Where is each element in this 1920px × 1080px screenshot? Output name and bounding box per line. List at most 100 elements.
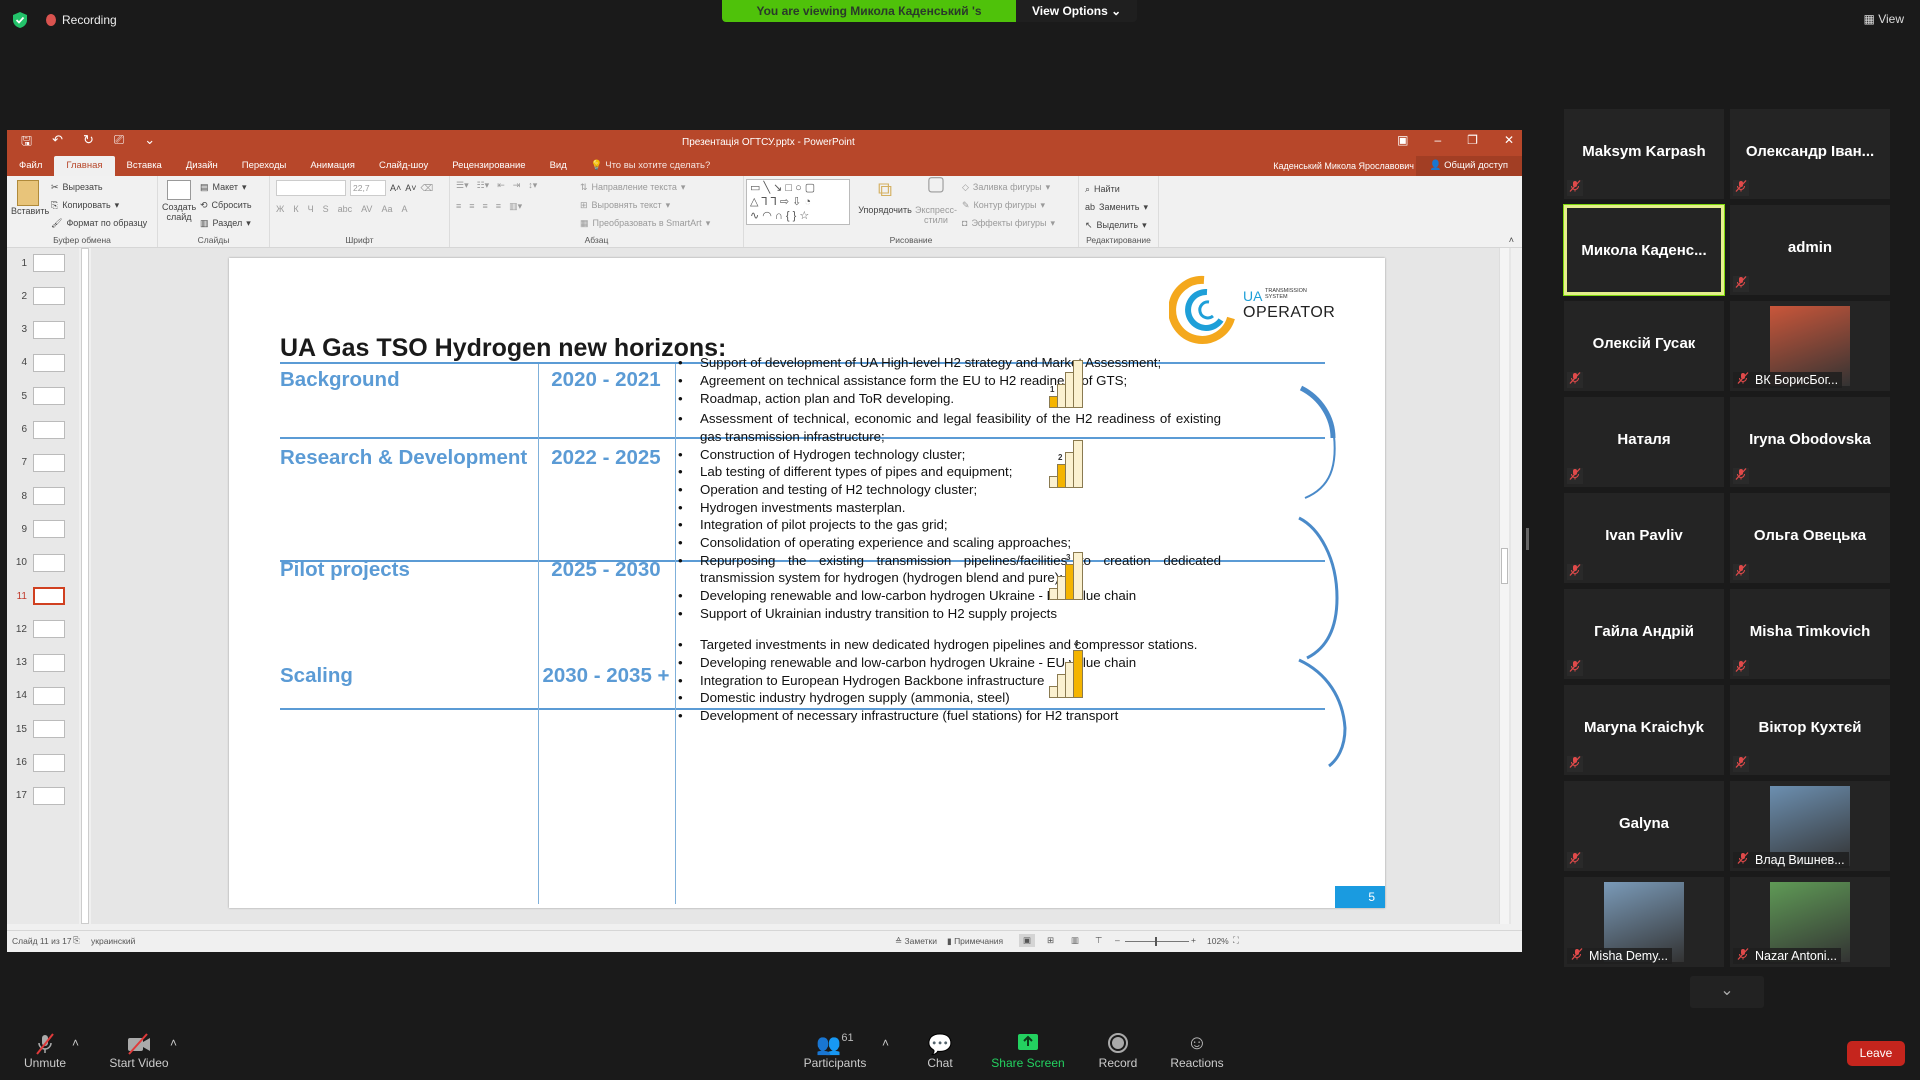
slide-thumbnail[interactable]: 7 [13,453,65,472]
slide-thumbnail[interactable]: 3 [13,320,65,339]
thumbnails-scrollbar[interactable] [81,248,89,924]
audio-options-caret[interactable]: ˄ [72,1036,79,1050]
share-screen-button[interactable]: Share Screen [990,1032,1066,1070]
slide-thumbnail[interactable]: 17 [13,786,65,805]
font-color-button[interactable]: A [401,204,407,214]
decrease-font-icon[interactable]: A˅ [405,183,416,193]
shadow-button[interactable]: S [323,204,329,214]
new-slide-button[interactable]: Создать слайд [162,180,196,222]
char-spacing-button[interactable]: AV [361,204,372,214]
slide-thumbnail[interactable]: 14 [13,686,65,705]
layout-button[interactable]: ▤ Макет ▾ [200,178,252,196]
participant-tile[interactable]: Misha Timkovich [1730,589,1890,679]
gallery-next-page-button[interactable]: ⌄ [1690,976,1764,1008]
align-left-icon[interactable]: ≡ [456,201,461,212]
participant-tile[interactable]: ВК БорисБог... [1730,301,1890,391]
slide-thumbnail[interactable]: 6 [13,420,65,439]
slide-thumbnail[interactable]: 12 [13,620,65,639]
shape-effects-button[interactable]: ◘ Эффекты фигуры ▾ [962,214,1055,232]
slide-thumbnail[interactable]: 1 [13,254,65,272]
reactions-button[interactable]: ☺ Reactions [1168,1032,1226,1070]
view-options-button[interactable]: View Options ⌄ [1016,0,1138,22]
participant-tile[interactable]: Микола Каденс... [1564,205,1724,295]
shape-outline-button[interactable]: ✎ Контур фигуры ▾ [962,196,1055,214]
participant-tile[interactable]: Ivan Pavliv [1564,493,1724,583]
format-painter-button[interactable]: 🖌 Формат по образцу [51,214,147,232]
tab-animations[interactable]: Анимация [298,156,367,176]
underline-button[interactable]: Ч [308,204,314,214]
tab-review[interactable]: Рецензирование [440,156,537,176]
restore-icon[interactable]: ❐ [1467,133,1478,147]
video-options-caret[interactable]: ˄ [170,1036,177,1050]
zoom-slider-thumb[interactable] [1155,937,1157,946]
collapse-ribbon-icon[interactable]: ˄ [1509,235,1514,245]
participant-tile[interactable]: Misha Demy... [1564,877,1724,967]
slide-vertical-scrollbar[interactable] [1499,248,1509,924]
slide-thumbnail[interactable]: 13 [13,653,65,672]
tab-transitions[interactable]: Переходы [230,156,299,176]
find-button[interactable]: ⌕ Найти [1085,180,1152,198]
section-button[interactable]: ▥ Раздел ▾ [200,214,252,232]
tab-design[interactable]: Дизайн [174,156,230,176]
align-center-icon[interactable]: ≡ [469,201,474,212]
slide-thumbnail[interactable]: 11 [13,587,65,605]
fit-to-window-icon[interactable]: ⛶ [1233,935,1239,946]
paste-button[interactable]: Вставить [11,180,49,216]
start-video-button[interactable]: Start Video [104,1032,174,1070]
tell-me-box[interactable]: 💡 Что вы хотите сделать? [579,156,723,176]
reading-view-icon[interactable]: ▥ [1071,935,1079,946]
justify-icon[interactable]: ≡ [496,201,501,212]
align-right-icon[interactable]: ≡ [483,201,488,212]
cut-button[interactable]: ✂ Вырезать [51,178,147,196]
security-shield-icon[interactable] [12,11,28,29]
participant-tile[interactable]: Iryna Obodovska [1730,397,1890,487]
recording-indicator[interactable]: Recording [46,13,117,27]
zoom-slider[interactable] [1125,937,1189,946]
slideshow-view-icon[interactable]: ⊤ [1095,935,1102,946]
columns-icon[interactable]: ▥▾ [509,201,522,212]
font-name-input[interactable] [276,180,346,196]
normal-view-icon[interactable]: ▣ [1019,934,1036,947]
participant-tile[interactable]: Олександр Іван... [1730,109,1890,199]
comments-button[interactable]: ▮ Примечания [947,936,1003,947]
quick-styles-button[interactable]: ▢ Экспресс- стили [914,174,958,225]
participant-tile[interactable]: Олексій Гусак [1564,301,1724,391]
unmute-button[interactable]: Unmute [20,1032,70,1070]
select-button[interactable]: ↖ Выделить ▾ [1085,216,1152,234]
participant-tile[interactable]: Влад Вишнев... [1730,781,1890,871]
convert-smartart-button[interactable]: ▦ Преобразовать в SmartArt ▾ [580,214,710,232]
increase-font-icon[interactable]: A˄ [390,183,401,193]
participant-tile[interactable]: Galyna [1564,781,1724,871]
decrease-indent-icon[interactable]: ⇤ [497,180,505,191]
tab-view[interactable]: Вид [538,156,579,176]
chat-button[interactable]: 💬 Chat [920,1032,960,1070]
participant-tile[interactable]: Nazar Antoni... [1730,877,1890,967]
copy-button[interactable]: ⎘ Копировать ▾ [51,196,147,214]
participant-tile[interactable]: Maksym Karpash [1564,109,1724,199]
bold-button[interactable]: Ж [276,204,284,214]
close-icon[interactable]: ✕ [1504,133,1514,147]
user-name[interactable]: Каденський Микола Ярославович [1273,161,1414,171]
customize-qat-icon[interactable]: ⌄ [144,132,155,154]
participants-button[interactable]: 👥61 Participants [800,1032,870,1070]
redo-icon[interactable]: ↻ [83,132,94,154]
slide-thumbnail[interactable]: 2 [13,287,65,306]
shape-fill-button[interactable]: ◇ Заливка фигуры ▾ [962,178,1055,196]
participant-tile[interactable]: Гайла Андрій [1564,589,1724,679]
slide-thumbnail[interactable]: 16 [13,753,65,772]
record-button[interactable]: Record [1096,1032,1140,1070]
reset-button[interactable]: ⟲ Сбросить [200,196,252,214]
participant-tile[interactable]: Ольга Овецька [1730,493,1890,583]
slide-thumbnail[interactable]: 9 [13,520,65,539]
slide[interactable]: UA TRANSMISSION SYSTEM OPERATOR UA Gas TS… [229,258,1385,908]
tab-home[interactable]: Главная [54,156,115,176]
italic-button[interactable]: К [293,204,298,214]
increase-indent-icon[interactable]: ⇥ [513,180,521,191]
ribbon-display-options-icon[interactable]: ▣ [1397,133,1408,147]
shapes-gallery[interactable]: ▭ ╲ ↘ □ ○ ▢ △ ⅂ ⅂ ⇨ ⇩ ◔ ∿ ◠ ∩ { } ☆ [746,179,850,225]
spellcheck-icon[interactable]: ⎘ [73,935,80,946]
slide-thumbnail[interactable]: 10 [13,553,65,572]
slide-thumbnail[interactable]: 5 [13,387,65,406]
align-text-button[interactable]: ⊞ Выровнять текст ▾ [580,196,710,214]
notes-button[interactable]: ≙ Заметки [895,936,937,947]
